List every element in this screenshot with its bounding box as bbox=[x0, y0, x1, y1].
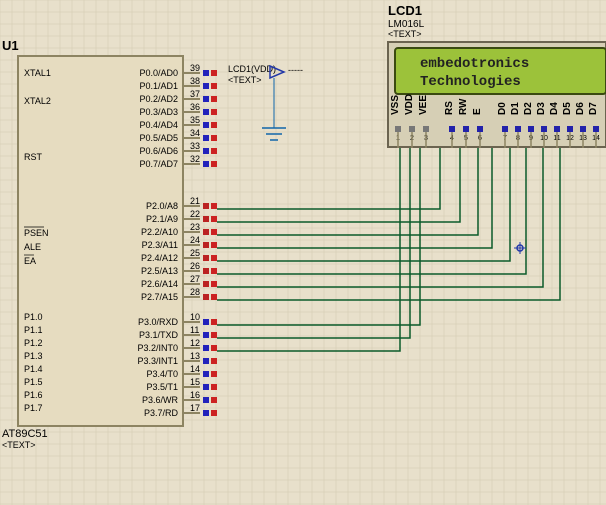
u1-pin-label: P2.1/A9 bbox=[146, 214, 178, 224]
u1-pin-label: P3.7/RD bbox=[144, 408, 179, 418]
probe-text-marker: <TEXT> bbox=[228, 75, 262, 85]
u1-pin-num: 22 bbox=[190, 209, 200, 219]
lcd-pin-label: VSS bbox=[390, 95, 401, 115]
u1-left-pin: P1.6 bbox=[24, 390, 43, 400]
u1-pin-label: P2.3/A11 bbox=[142, 240, 178, 250]
u1-pin-num: 34 bbox=[190, 128, 200, 138]
u1-pin-label: P2.4/A12 bbox=[141, 253, 178, 263]
u1-pin-label: P3.3/INT1 bbox=[137, 356, 178, 366]
u1-pin-num: 10 bbox=[190, 312, 200, 322]
u1-left-pin: PSEN bbox=[24, 228, 49, 238]
u1-pin-label: P0.0/AD0 bbox=[139, 68, 178, 78]
lcd-text-marker: <TEXT> bbox=[388, 29, 422, 39]
u1-pin-num: 37 bbox=[190, 89, 200, 99]
lcd-pin-label: D1 bbox=[510, 102, 521, 115]
u1-pin-num: 24 bbox=[190, 235, 200, 245]
u1-pin-label: P0.2/AD2 bbox=[139, 94, 178, 104]
u1-pin-num: 17 bbox=[190, 403, 200, 413]
u1-pin-label: P0.7/AD7 bbox=[139, 159, 178, 169]
u1-left-pin: XTAL2 bbox=[24, 96, 51, 106]
u1-left-pin: P1.3 bbox=[24, 351, 43, 361]
u1-pin-num: 15 bbox=[190, 377, 200, 387]
lcd-ref: LCD1 bbox=[388, 3, 422, 18]
lcd-pin-label: VDD bbox=[404, 94, 415, 115]
u1-pin-label: P0.4/AD4 bbox=[139, 120, 178, 130]
u1-pin-num: 32 bbox=[190, 154, 200, 164]
probe-label: LCD1(VDD) bbox=[228, 64, 276, 74]
u1-left-pin: ALE bbox=[24, 242, 41, 252]
u1-pin-num: 26 bbox=[190, 261, 200, 271]
u1-pin-num: 27 bbox=[190, 274, 200, 284]
lcd-pin-label: VEE bbox=[418, 95, 429, 115]
lcd-pin-label: D6 bbox=[575, 102, 586, 115]
u1-pin-label: P2.7/A15 bbox=[141, 292, 178, 302]
u1-pin-num: 39 bbox=[190, 63, 200, 73]
lcd-pin-label: D3 bbox=[536, 102, 547, 115]
u1-left-pin: P1.4 bbox=[24, 364, 43, 374]
u1-pin-label: P2.5/A13 bbox=[141, 266, 178, 276]
u1-left-pin: P1.1 bbox=[24, 325, 43, 335]
u1-pin-num: 21 bbox=[190, 196, 200, 206]
u1-pin-label: P3.0/RXD bbox=[138, 317, 179, 327]
u1-left-pin: P1.5 bbox=[24, 377, 43, 387]
u1-left-pin: EA bbox=[24, 256, 36, 266]
lcd-pin-label: D5 bbox=[562, 102, 573, 115]
lcd-pin-label: D0 bbox=[497, 102, 508, 115]
u1-pin-label: P2.6/A14 bbox=[141, 279, 178, 289]
u1-pin-num: 12 bbox=[190, 338, 200, 348]
u1-pin-num: 16 bbox=[190, 390, 200, 400]
u1-pin-label: P3.5/T1 bbox=[146, 382, 178, 392]
u1-left-pin: RST bbox=[24, 152, 43, 162]
u1-pin-num: 28 bbox=[190, 287, 200, 297]
u1-pin-label: P0.6/AD6 bbox=[139, 146, 178, 156]
lcd-pin-label: D7 bbox=[588, 102, 599, 115]
u1-pin-num: 38 bbox=[190, 76, 200, 86]
u1-pin-num: 13 bbox=[190, 351, 200, 361]
u1-pin-num: 23 bbox=[190, 222, 200, 232]
u1-left-pin: P1.7 bbox=[24, 403, 43, 413]
u1-pin-label: P0.1/AD1 bbox=[139, 81, 178, 91]
u1-pin-num: 36 bbox=[190, 102, 200, 112]
lcd-pin-label: D4 bbox=[549, 102, 560, 115]
lcd-pin-label: E bbox=[472, 108, 483, 115]
u1-pin-label: P2.0/A8 bbox=[146, 201, 178, 211]
u1-left-pin: P1.2 bbox=[24, 338, 43, 348]
u1-pin-label: P3.4/T0 bbox=[146, 369, 178, 379]
u1-pin-num: 35 bbox=[190, 115, 200, 125]
u1-pin-num: 33 bbox=[190, 141, 200, 151]
lcd-pin-label: RS bbox=[444, 101, 455, 115]
lcd-line1: embedotronics bbox=[420, 56, 529, 72]
u1-pin-num: 14 bbox=[190, 364, 200, 374]
u1-pin-label: P0.3/AD3 bbox=[139, 107, 178, 117]
u1-pin-label: P3.1/TXD bbox=[139, 330, 179, 340]
u1-left-pin: P1.0 bbox=[24, 312, 43, 322]
u1-pin-label: P3.2/INT0 bbox=[137, 343, 178, 353]
u1-pin-num: 11 bbox=[190, 325, 199, 335]
lcd-pin-label: RW bbox=[458, 98, 469, 115]
u1-text-marker: <TEXT> bbox=[2, 440, 36, 450]
u1-pin-label: P3.6/WR bbox=[142, 395, 179, 405]
lcd-pin-label: D2 bbox=[523, 102, 534, 115]
u1-pin-label: P0.5/AD5 bbox=[139, 133, 178, 143]
u1-pin-label: P2.2/A10 bbox=[141, 227, 178, 237]
probe-indicator: ----- bbox=[288, 65, 303, 75]
u1-part: AT89C51 bbox=[2, 428, 48, 440]
lcd-line2: Technologies bbox=[420, 74, 521, 90]
u1-pin-num: 25 bbox=[190, 248, 200, 258]
u1-ref: U1 bbox=[2, 38, 19, 53]
u1-left-pin: XTAL1 bbox=[24, 68, 51, 78]
